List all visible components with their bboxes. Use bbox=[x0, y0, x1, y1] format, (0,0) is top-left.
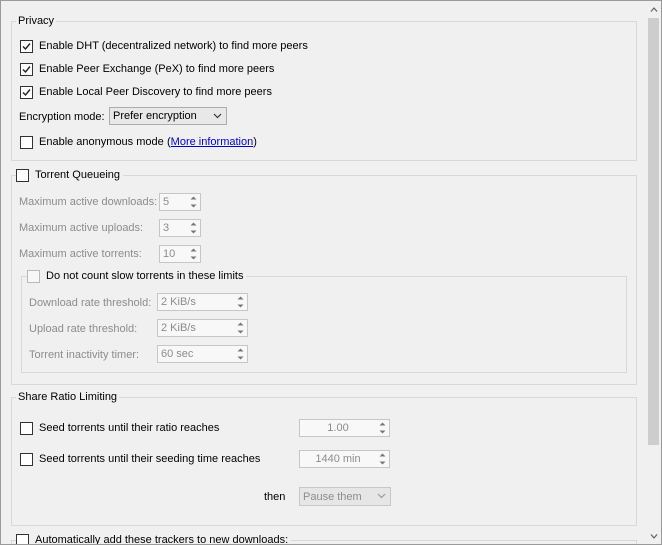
dht-checkbox[interactable]: Enable DHT (decentralized network) to fi… bbox=[20, 38, 308, 54]
vertical-scrollbar[interactable] bbox=[646, 1, 661, 544]
max-downloads-label-text: Maximum active downloads: bbox=[19, 196, 158, 208]
checkbox-box[interactable] bbox=[27, 269, 40, 283]
spin-up-arrow-icon[interactable] bbox=[234, 294, 247, 302]
download-threshold-label-text: Download rate threshold: bbox=[29, 297, 152, 309]
spin-down-arrow-icon[interactable] bbox=[234, 302, 247, 310]
max-uploads-label: Maximum active uploads: bbox=[19, 220, 143, 236]
then-label-text: then bbox=[264, 491, 286, 503]
download-threshold-spinbox[interactable]: 2 KiB/s bbox=[157, 293, 248, 311]
encryption-mode-value: Prefer encryption bbox=[113, 110, 197, 122]
ratio-value: 1.00 bbox=[327, 422, 349, 434]
checkbox-box[interactable] bbox=[16, 168, 29, 182]
checkbox-box[interactable] bbox=[20, 135, 33, 149]
spin-up-arrow-icon[interactable] bbox=[187, 220, 200, 228]
inactivity-timer-label: Torrent inactivity timer: bbox=[29, 347, 139, 363]
max-downloads-value: 5 bbox=[163, 196, 170, 208]
max-torrents-value: 10 bbox=[163, 248, 176, 260]
checkbox-box[interactable] bbox=[20, 452, 33, 466]
lpd-label: Enable Local Peer Discovery to find more… bbox=[39, 86, 272, 98]
auto-add-trackers-checkbox[interactable]: Automatically add these trackers to new … bbox=[16, 532, 292, 544]
more-information: (More information) bbox=[167, 134, 257, 150]
slow-torrents-checkbox[interactable]: Do not count slow torrents in these limi… bbox=[27, 268, 247, 284]
spin-up-arrow-icon[interactable] bbox=[234, 320, 247, 328]
upload-threshold-spinbox[interactable]: 2 KiB/s bbox=[157, 319, 248, 337]
encryption-mode-select[interactable]: Prefer encryption bbox=[109, 107, 227, 125]
upload-threshold-label: Upload rate threshold: bbox=[29, 321, 137, 337]
checkbox-box[interactable] bbox=[20, 62, 33, 76]
spin-up-arrow-icon[interactable] bbox=[376, 451, 389, 459]
spin-down-arrow-icon[interactable] bbox=[234, 354, 247, 362]
scrollbar-thumb[interactable] bbox=[648, 18, 659, 445]
spin-up-arrow-icon[interactable] bbox=[376, 420, 389, 428]
upload-threshold-value: 2 KiB/s bbox=[161, 322, 196, 334]
max-torrents-spinbox[interactable]: 10 bbox=[159, 245, 201, 263]
checkbox-box[interactable] bbox=[16, 533, 29, 544]
seeding-time-value: 1440 min bbox=[315, 453, 361, 465]
max-downloads-spinbox[interactable]: 5 bbox=[159, 193, 201, 211]
checkbox-box[interactable] bbox=[20, 421, 33, 435]
spin-up-arrow-icon[interactable] bbox=[187, 194, 200, 202]
encryption-mode-label-text: Encryption mode: bbox=[19, 111, 105, 123]
checkmark-icon bbox=[22, 65, 31, 73]
pex-label: Enable Peer Exchange (PeX) to find more … bbox=[39, 63, 275, 75]
inactivity-timer-spinbox[interactable]: 60 sec bbox=[157, 345, 248, 363]
checkmark-icon bbox=[22, 42, 31, 50]
checkmark-icon bbox=[22, 88, 31, 96]
spin-down-arrow-icon[interactable] bbox=[187, 254, 200, 262]
ratio-checkbox[interactable]: Seed torrents until their ratio reaches bbox=[20, 420, 219, 436]
inactivity-timer-label-text: Torrent inactivity timer: bbox=[29, 349, 140, 361]
paren-close: ) bbox=[253, 136, 257, 148]
anonymous-mode-label: Enable anonymous mode bbox=[39, 136, 164, 148]
seeding-time-label: Seed torrents until their seeding time r… bbox=[39, 453, 261, 465]
torrent-queueing-title: Torrent Queueing bbox=[35, 169, 120, 181]
spin-down-arrow-icon[interactable] bbox=[187, 228, 200, 236]
pex-checkbox[interactable]: Enable Peer Exchange (PeX) to find more … bbox=[20, 61, 274, 77]
then-action-select[interactable]: Pause them bbox=[299, 487, 391, 506]
scroll-down-arrow-icon[interactable] bbox=[646, 528, 661, 544]
max-downloads-label: Maximum active downloads: bbox=[19, 194, 157, 210]
chevron-down-icon bbox=[213, 113, 222, 119]
torrent-queueing-checkbox[interactable]: Torrent Queueing bbox=[16, 167, 123, 183]
inactivity-timer-value: 60 sec bbox=[161, 348, 194, 360]
privacy-group-title: Privacy bbox=[16, 14, 57, 28]
ratio-spinbox[interactable]: 1.00 bbox=[299, 419, 390, 437]
spin-down-arrow-icon[interactable] bbox=[187, 202, 200, 210]
dht-label: Enable DHT (decentralized network) to fi… bbox=[39, 40, 308, 52]
max-torrents-label-text: Maximum active torrents: bbox=[19, 248, 142, 260]
then-action-value: Pause them bbox=[303, 490, 362, 503]
max-torrents-label: Maximum active torrents: bbox=[19, 246, 142, 262]
checkbox-box[interactable] bbox=[20, 85, 33, 99]
spin-down-arrow-icon[interactable] bbox=[376, 428, 389, 436]
slow-torrents-title: Do not count slow torrents in these limi… bbox=[46, 270, 244, 282]
upload-threshold-label-text: Upload rate threshold: bbox=[29, 323, 138, 335]
download-threshold-label: Download rate threshold: bbox=[29, 295, 151, 311]
max-uploads-value: 3 bbox=[163, 222, 170, 234]
anonymous-mode-checkbox[interactable]: Enable anonymous mode bbox=[20, 134, 164, 150]
spin-down-arrow-icon[interactable] bbox=[376, 459, 389, 467]
settings-panel: Privacy Enable DHT (decentralized networ… bbox=[0, 0, 662, 545]
lpd-checkbox[interactable]: Enable Local Peer Discovery to find more… bbox=[20, 84, 272, 100]
seeding-time-spinbox[interactable]: 1440 min bbox=[299, 450, 390, 468]
chevron-down-icon bbox=[377, 493, 386, 499]
spin-up-arrow-icon[interactable] bbox=[234, 346, 247, 354]
share-ratio-group-title: Share Ratio Limiting bbox=[16, 390, 120, 404]
download-threshold-value: 2 KiB/s bbox=[161, 296, 196, 308]
more-information-link[interactable]: More information bbox=[171, 135, 254, 149]
ratio-label: Seed torrents until their ratio reaches bbox=[39, 422, 220, 434]
max-uploads-spinbox[interactable]: 3 bbox=[159, 219, 201, 237]
then-label: then bbox=[264, 489, 285, 505]
seeding-time-checkbox[interactable]: Seed torrents until their seeding time r… bbox=[20, 451, 260, 467]
scroll-content: Privacy Enable DHT (decentralized networ… bbox=[1, 1, 646, 544]
max-uploads-label-text: Maximum active uploads: bbox=[19, 222, 144, 234]
spin-up-arrow-icon[interactable] bbox=[187, 246, 200, 254]
encryption-mode-label: Encryption mode: bbox=[19, 109, 105, 125]
scroll-up-arrow-icon[interactable] bbox=[646, 1, 661, 17]
checkbox-box[interactable] bbox=[20, 39, 33, 53]
auto-add-trackers-label: Automatically add these trackers to new … bbox=[35, 534, 289, 544]
spin-down-arrow-icon[interactable] bbox=[234, 328, 247, 336]
